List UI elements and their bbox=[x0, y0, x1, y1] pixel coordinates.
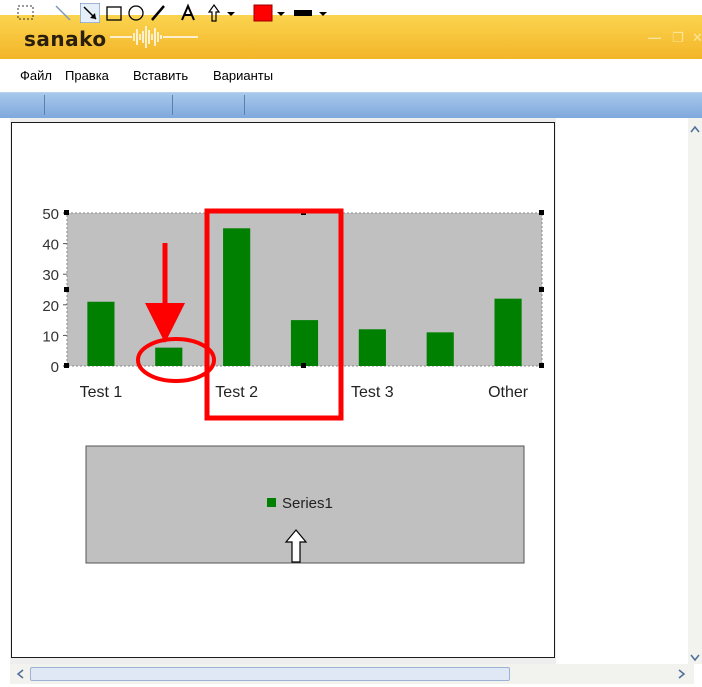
vertical-scrollbar[interactable] bbox=[688, 118, 702, 664]
y-tick-label: 50 bbox=[42, 206, 59, 223]
bar[interactable] bbox=[426, 332, 454, 366]
horizontal-scroll-thumb[interactable] bbox=[30, 667, 510, 681]
y-tick-label: 0 bbox=[51, 359, 59, 376]
legend-swatch bbox=[267, 498, 276, 507]
scroll-up-icon[interactable] bbox=[689, 122, 701, 138]
y-tick-label: 40 bbox=[42, 237, 59, 254]
x-axis: Test 1 Test 2 Test 3 Other bbox=[80, 384, 529, 401]
scroll-left-icon[interactable] bbox=[14, 667, 28, 681]
bar[interactable] bbox=[223, 228, 251, 366]
bar[interactable] bbox=[87, 301, 115, 366]
x-tick-label: Test 2 bbox=[215, 384, 258, 401]
bar[interactable] bbox=[494, 298, 522, 366]
x-tick-label: Test 1 bbox=[80, 384, 123, 401]
y-tick-label: 10 bbox=[42, 328, 59, 345]
x-tick-label: Test 3 bbox=[351, 384, 394, 401]
y-tick-label: 30 bbox=[42, 267, 59, 284]
bar[interactable] bbox=[358, 329, 386, 366]
bar[interactable] bbox=[155, 347, 183, 366]
x-tick-label: Other bbox=[488, 384, 529, 401]
legend-label: Series1 bbox=[282, 495, 333, 512]
bar-chart[interactable]: 0 10 20 30 40 50 Test 1 Test 2 Test 3 Other Seri… bbox=[0, 0, 702, 687]
y-axis: 0 10 20 30 40 50 bbox=[42, 206, 67, 376]
bar[interactable] bbox=[290, 320, 319, 366]
y-tick-label: 20 bbox=[42, 298, 59, 315]
scroll-right-icon[interactable] bbox=[674, 667, 688, 681]
